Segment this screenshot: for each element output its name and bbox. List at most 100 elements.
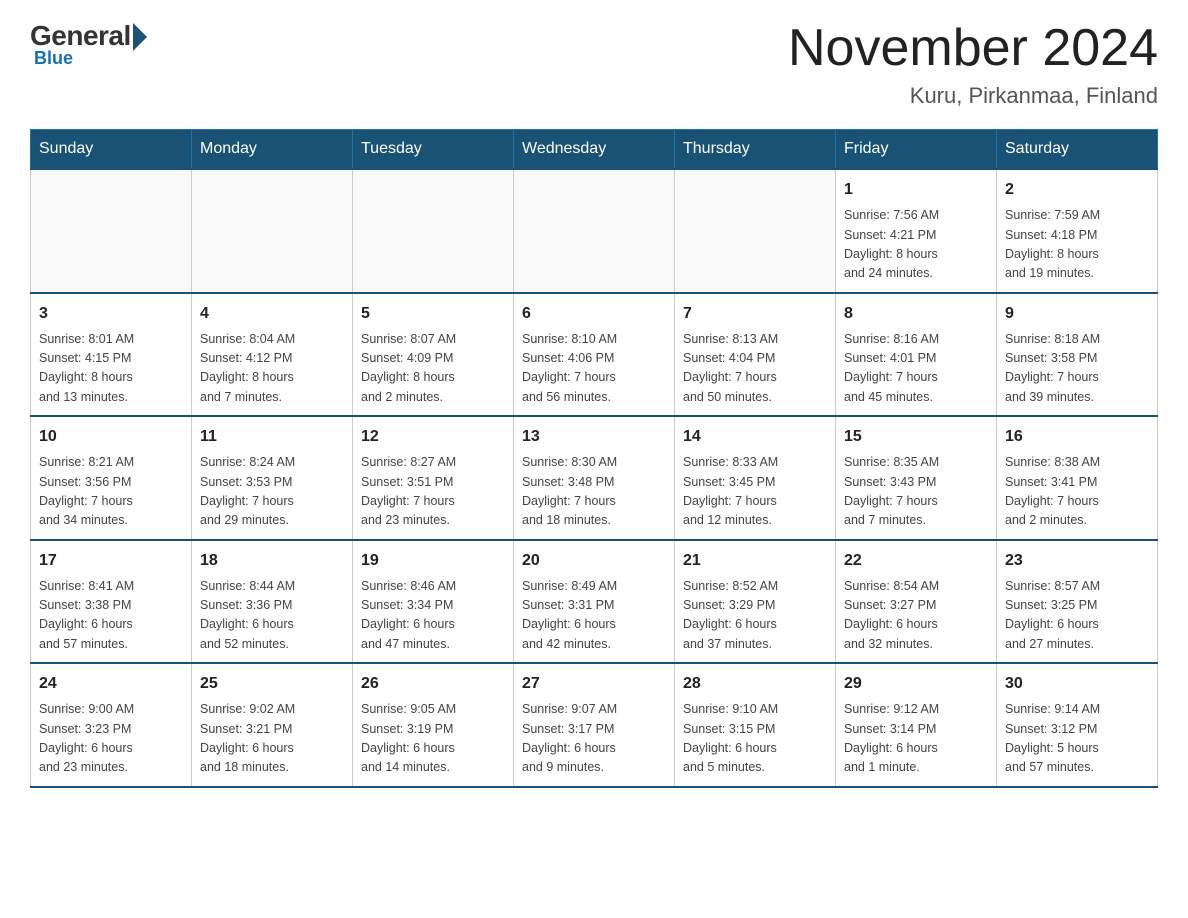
day-number: 27: [522, 672, 666, 696]
day-number: 8: [844, 302, 988, 326]
day-number: 5: [361, 302, 505, 326]
calendar-cell: 13 Sunrise: 8:30 AM Sunset: 3:48 PM Dayli…: [514, 416, 675, 540]
day-number: 20: [522, 549, 666, 573]
day-info: Sunrise: 7:59 AM Sunset: 4:18 PM Dayligh…: [1005, 206, 1149, 284]
calendar-cell: 30 Sunrise: 9:14 AM Sunset: 3:12 PM Dayli…: [997, 663, 1158, 787]
day-info: Sunrise: 8:07 AM Sunset: 4:09 PM Dayligh…: [361, 330, 505, 408]
calendar-cell: 22 Sunrise: 8:54 AM Sunset: 3:27 PM Dayli…: [836, 540, 997, 664]
day-info: Sunrise: 8:41 AM Sunset: 3:38 PM Dayligh…: [39, 577, 183, 655]
day-number: 30: [1005, 672, 1149, 696]
title-section: November 2024 Kuru, Pirkanmaa, Finland: [788, 20, 1158, 109]
calendar-cell: 23 Sunrise: 8:57 AM Sunset: 3:25 PM Dayli…: [997, 540, 1158, 664]
calendar-cell: 18 Sunrise: 8:44 AM Sunset: 3:36 PM Dayli…: [192, 540, 353, 664]
calendar-cell: [353, 169, 514, 293]
calendar-cell: 17 Sunrise: 8:41 AM Sunset: 3:38 PM Dayli…: [31, 540, 192, 664]
day-info: Sunrise: 8:27 AM Sunset: 3:51 PM Dayligh…: [361, 453, 505, 531]
day-info: Sunrise: 8:13 AM Sunset: 4:04 PM Dayligh…: [683, 330, 827, 408]
calendar-cell: 15 Sunrise: 8:35 AM Sunset: 3:43 PM Dayli…: [836, 416, 997, 540]
calendar-cell: 21Sunrise: 8:52 AM Sunset: 3:29 PM Dayli…: [675, 540, 836, 664]
day-info: Sunrise: 9:12 AM Sunset: 3:14 PM Dayligh…: [844, 700, 988, 778]
day-number: 25: [200, 672, 344, 696]
calendar-cell: 1Sunrise: 7:56 AM Sunset: 4:21 PM Daylig…: [836, 169, 997, 293]
day-number: 23: [1005, 549, 1149, 573]
logo-blue-line: Blue: [32, 52, 73, 69]
day-info: Sunrise: 8:30 AM Sunset: 3:48 PM Dayligh…: [522, 453, 666, 531]
day-info: Sunrise: 8:24 AM Sunset: 3:53 PM Dayligh…: [200, 453, 344, 531]
calendar-week-1: 1Sunrise: 7:56 AM Sunset: 4:21 PM Daylig…: [31, 169, 1158, 293]
calendar-week-4: 17 Sunrise: 8:41 AM Sunset: 3:38 PM Dayli…: [31, 540, 1158, 664]
day-number: 11: [200, 425, 344, 449]
day-number: 28: [683, 672, 827, 696]
calendar-cell: 28 Sunrise: 9:10 AM Sunset: 3:15 PM Dayli…: [675, 663, 836, 787]
calendar-week-3: 10 Sunrise: 8:21 AM Sunset: 3:56 PM Dayli…: [31, 416, 1158, 540]
day-info: Sunrise: 9:05 AM Sunset: 3:19 PM Dayligh…: [361, 700, 505, 778]
day-number: 4: [200, 302, 344, 326]
calendar-cell: 9 Sunrise: 8:18 AM Sunset: 3:58 PM Daylig…: [997, 293, 1158, 417]
day-info: Sunrise: 8:16 AM Sunset: 4:01 PM Dayligh…: [844, 330, 988, 408]
calendar-header-row: SundayMondayTuesdayWednesdayThursdayFrid…: [31, 130, 1158, 170]
day-info: Sunrise: 8:49 AM Sunset: 3:31 PM Dayligh…: [522, 577, 666, 655]
day-info: Sunrise: 9:14 AM Sunset: 3:12 PM Dayligh…: [1005, 700, 1149, 778]
calendar-cell: 11 Sunrise: 8:24 AM Sunset: 3:53 PM Dayli…: [192, 416, 353, 540]
day-number: 17: [39, 549, 183, 573]
calendar-cell: 10 Sunrise: 8:21 AM Sunset: 3:56 PM Dayli…: [31, 416, 192, 540]
calendar-cell: 19Sunrise: 8:46 AM Sunset: 3:34 PM Dayli…: [353, 540, 514, 664]
day-info: Sunrise: 8:54 AM Sunset: 3:27 PM Dayligh…: [844, 577, 988, 655]
day-number: 14: [683, 425, 827, 449]
calendar-cell: 24Sunrise: 9:00 AM Sunset: 3:23 PM Dayli…: [31, 663, 192, 787]
calendar-header-sunday: Sunday: [31, 130, 192, 170]
day-info: Sunrise: 8:01 AM Sunset: 4:15 PM Dayligh…: [39, 330, 183, 408]
calendar-header-wednesday: Wednesday: [514, 130, 675, 170]
day-info: Sunrise: 8:52 AM Sunset: 3:29 PM Dayligh…: [683, 577, 827, 655]
day-number: 10: [39, 425, 183, 449]
day-number: 15: [844, 425, 988, 449]
day-info: Sunrise: 8:33 AM Sunset: 3:45 PM Dayligh…: [683, 453, 827, 531]
calendar-cell: 12 Sunrise: 8:27 AM Sunset: 3:51 PM Dayli…: [353, 416, 514, 540]
calendar-cell: [192, 169, 353, 293]
day-number: 18: [200, 549, 344, 573]
day-number: 6: [522, 302, 666, 326]
day-info: Sunrise: 9:02 AM Sunset: 3:21 PM Dayligh…: [200, 700, 344, 778]
day-number: 7: [683, 302, 827, 326]
day-number: 3: [39, 302, 183, 326]
calendar-header-friday: Friday: [836, 130, 997, 170]
calendar-cell: 14 Sunrise: 8:33 AM Sunset: 3:45 PM Dayli…: [675, 416, 836, 540]
calendar-cell: [514, 169, 675, 293]
day-number: 12: [361, 425, 505, 449]
day-number: 16: [1005, 425, 1149, 449]
calendar-cell: 5 Sunrise: 8:07 AM Sunset: 4:09 PM Daylig…: [353, 293, 514, 417]
day-number: 22: [844, 549, 988, 573]
calendar-cell: 8 Sunrise: 8:16 AM Sunset: 4:01 PM Daylig…: [836, 293, 997, 417]
day-info: Sunrise: 8:18 AM Sunset: 3:58 PM Dayligh…: [1005, 330, 1149, 408]
day-number: 13: [522, 425, 666, 449]
day-info: Sunrise: 8:44 AM Sunset: 3:36 PM Dayligh…: [200, 577, 344, 655]
day-info: Sunrise: 8:46 AM Sunset: 3:34 PM Dayligh…: [361, 577, 505, 655]
calendar-cell: 3 Sunrise: 8:01 AM Sunset: 4:15 PM Daylig…: [31, 293, 192, 417]
day-info: Sunrise: 8:38 AM Sunset: 3:41 PM Dayligh…: [1005, 453, 1149, 531]
day-info: Sunrise: 9:10 AM Sunset: 3:15 PM Dayligh…: [683, 700, 827, 778]
calendar-cell: 2Sunrise: 7:59 AM Sunset: 4:18 PM Daylig…: [997, 169, 1158, 293]
location-subtitle: Kuru, Pirkanmaa, Finland: [788, 83, 1158, 109]
day-info: Sunrise: 8:10 AM Sunset: 4:06 PM Dayligh…: [522, 330, 666, 408]
page-header: General Blue November 2024 Kuru, Pirkanm…: [30, 20, 1158, 109]
logo: General Blue: [30, 20, 147, 69]
calendar-header-saturday: Saturday: [997, 130, 1158, 170]
logo-arrow-icon: [133, 23, 147, 51]
day-number: 1: [844, 178, 988, 202]
calendar-cell: 7 Sunrise: 8:13 AM Sunset: 4:04 PM Daylig…: [675, 293, 836, 417]
calendar-header-thursday: Thursday: [675, 130, 836, 170]
day-info: Sunrise: 9:00 AM Sunset: 3:23 PM Dayligh…: [39, 700, 183, 778]
day-info: Sunrise: 8:57 AM Sunset: 3:25 PM Dayligh…: [1005, 577, 1149, 655]
calendar-cell: [31, 169, 192, 293]
day-info: Sunrise: 8:21 AM Sunset: 3:56 PM Dayligh…: [39, 453, 183, 531]
logo-blue-text: Blue: [34, 48, 73, 69]
calendar-cell: 29Sunrise: 9:12 AM Sunset: 3:14 PM Dayli…: [836, 663, 997, 787]
calendar-header-monday: Monday: [192, 130, 353, 170]
calendar-week-2: 3 Sunrise: 8:01 AM Sunset: 4:15 PM Daylig…: [31, 293, 1158, 417]
calendar-cell: [675, 169, 836, 293]
day-number: 9: [1005, 302, 1149, 326]
day-info: Sunrise: 8:35 AM Sunset: 3:43 PM Dayligh…: [844, 453, 988, 531]
calendar-cell: 6 Sunrise: 8:10 AM Sunset: 4:06 PM Daylig…: [514, 293, 675, 417]
calendar-cell: 4Sunrise: 8:04 AM Sunset: 4:12 PM Daylig…: [192, 293, 353, 417]
calendar-cell: 26Sunrise: 9:05 AM Sunset: 3:19 PM Dayli…: [353, 663, 514, 787]
